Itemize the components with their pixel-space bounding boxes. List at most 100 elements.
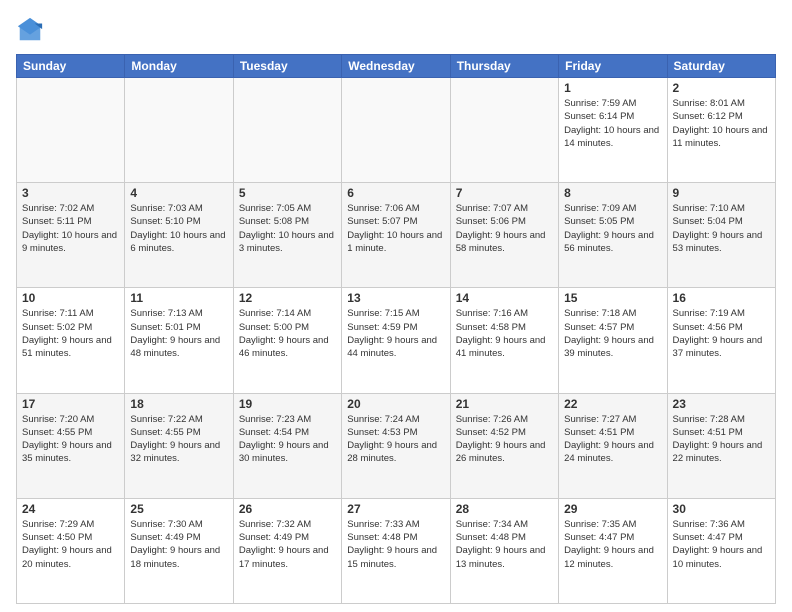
day-info: Sunrise: 7:19 AM Sunset: 4:56 PM Dayligh…	[673, 307, 770, 360]
calendar-cell: 12 Sunrise: 7:14 AM Sunset: 5:00 PM Dayli…	[233, 288, 341, 393]
calendar-cell: 15 Sunrise: 7:18 AM Sunset: 4:57 PM Dayli…	[559, 288, 667, 393]
calendar-cell: 11Sunrise: 7:13 AM Sunset: 5:01 PM Dayli…	[125, 288, 233, 393]
calendar-cell: 4 Sunrise: 7:03 AM Sunset: 5:10 PM Daylig…	[125, 183, 233, 288]
day-info: Sunrise: 7:30 AM Sunset: 4:49 PM Dayligh…	[130, 518, 227, 571]
calendar-week-1: 3Sunrise: 7:02 AM Sunset: 5:11 PM Daylig…	[17, 183, 776, 288]
day-info: Sunrise: 7:34 AM Sunset: 4:48 PM Dayligh…	[456, 518, 553, 571]
calendar-cell: 8 Sunrise: 7:09 AM Sunset: 5:05 PM Daylig…	[559, 183, 667, 288]
calendar-cell: 19Sunrise: 7:23 AM Sunset: 4:54 PM Dayli…	[233, 393, 341, 498]
day-number: 15	[564, 291, 661, 305]
col-header-saturday: Saturday	[667, 55, 775, 78]
calendar-cell	[17, 78, 125, 183]
day-number: 24	[22, 502, 119, 516]
day-info: Sunrise: 7:36 AM Sunset: 4:47 PM Dayligh…	[673, 518, 770, 571]
day-number: 25	[130, 502, 227, 516]
day-number: 12	[239, 291, 336, 305]
day-number: 30	[673, 502, 770, 516]
day-info: Sunrise: 7:22 AM Sunset: 4:55 PM Dayligh…	[130, 413, 227, 466]
day-number: 3	[22, 186, 119, 200]
calendar-cell: 22 Sunrise: 7:27 AM Sunset: 4:51 PM Dayli…	[559, 393, 667, 498]
calendar-week-0: 1 Sunrise: 7:59 AM Sunset: 6:14 PM Daylig…	[17, 78, 776, 183]
calendar-cell: 25 Sunrise: 7:30 AM Sunset: 4:49 PM Dayli…	[125, 498, 233, 603]
day-number: 10	[22, 291, 119, 305]
day-info: Sunrise: 7:18 AM Sunset: 4:57 PM Dayligh…	[564, 307, 661, 360]
calendar-cell: 23 Sunrise: 7:28 AM Sunset: 4:51 PM Dayli…	[667, 393, 775, 498]
day-info: Sunrise: 7:32 AM Sunset: 4:49 PM Dayligh…	[239, 518, 336, 571]
day-info: Sunrise: 7:15 AM Sunset: 4:59 PM Dayligh…	[347, 307, 444, 360]
calendar-cell: 13 Sunrise: 7:15 AM Sunset: 4:59 PM Dayli…	[342, 288, 450, 393]
day-info: Sunrise: 7:16 AM Sunset: 4:58 PM Dayligh…	[456, 307, 553, 360]
day-info: Sunrise: 7:28 AM Sunset: 4:51 PM Dayligh…	[673, 413, 770, 466]
day-info: Sunrise: 7:24 AM Sunset: 4:53 PM Dayligh…	[347, 413, 444, 466]
day-number: 13	[347, 291, 444, 305]
day-info: Sunrise: 7:26 AM Sunset: 4:52 PM Dayligh…	[456, 413, 553, 466]
day-number: 27	[347, 502, 444, 516]
calendar-cell: 24Sunrise: 7:29 AM Sunset: 4:50 PM Dayli…	[17, 498, 125, 603]
day-number: 21	[456, 397, 553, 411]
day-info: Sunrise: 7:07 AM Sunset: 5:06 PM Dayligh…	[456, 202, 553, 255]
calendar-cell: 17Sunrise: 7:20 AM Sunset: 4:55 PM Dayli…	[17, 393, 125, 498]
col-header-thursday: Thursday	[450, 55, 558, 78]
day-info: Sunrise: 7:20 AM Sunset: 4:55 PM Dayligh…	[22, 413, 119, 466]
day-number: 2	[673, 81, 770, 95]
day-number: 7	[456, 186, 553, 200]
day-number: 9	[673, 186, 770, 200]
calendar-table: SundayMondayTuesdayWednesdayThursdayFrid…	[16, 54, 776, 604]
day-info: Sunrise: 7:14 AM Sunset: 5:00 PM Dayligh…	[239, 307, 336, 360]
day-number: 26	[239, 502, 336, 516]
calendar-cell: 7 Sunrise: 7:07 AM Sunset: 5:06 PM Daylig…	[450, 183, 558, 288]
calendar-week-2: 10 Sunrise: 7:11 AM Sunset: 5:02 PM Dayli…	[17, 288, 776, 393]
day-number: 22	[564, 397, 661, 411]
calendar-cell	[233, 78, 341, 183]
day-number: 8	[564, 186, 661, 200]
day-info: Sunrise: 7:10 AM Sunset: 5:04 PM Dayligh…	[673, 202, 770, 255]
calendar-cell: 9 Sunrise: 7:10 AM Sunset: 5:04 PM Daylig…	[667, 183, 775, 288]
col-header-sunday: Sunday	[17, 55, 125, 78]
day-number: 11	[130, 291, 227, 305]
calendar-cell	[125, 78, 233, 183]
header	[16, 16, 776, 44]
calendar-cell: 16 Sunrise: 7:19 AM Sunset: 4:56 PM Dayli…	[667, 288, 775, 393]
calendar-cell: 6 Sunrise: 7:06 AM Sunset: 5:07 PM Daylig…	[342, 183, 450, 288]
calendar-cell: 14 Sunrise: 7:16 AM Sunset: 4:58 PM Dayli…	[450, 288, 558, 393]
day-number: 4	[130, 186, 227, 200]
day-info: Sunrise: 8:01 AM Sunset: 6:12 PM Dayligh…	[673, 97, 770, 150]
day-info: Sunrise: 7:35 AM Sunset: 4:47 PM Dayligh…	[564, 518, 661, 571]
day-info: Sunrise: 7:05 AM Sunset: 5:08 PM Dayligh…	[239, 202, 336, 255]
day-number: 14	[456, 291, 553, 305]
col-header-friday: Friday	[559, 55, 667, 78]
col-header-wednesday: Wednesday	[342, 55, 450, 78]
calendar-cell: 5 Sunrise: 7:05 AM Sunset: 5:08 PM Daylig…	[233, 183, 341, 288]
calendar-cell: 28 Sunrise: 7:34 AM Sunset: 4:48 PM Dayli…	[450, 498, 558, 603]
calendar-cell: 21 Sunrise: 7:26 AM Sunset: 4:52 PM Dayli…	[450, 393, 558, 498]
day-info: Sunrise: 7:06 AM Sunset: 5:07 PM Dayligh…	[347, 202, 444, 255]
day-info: Sunrise: 7:03 AM Sunset: 5:10 PM Dayligh…	[130, 202, 227, 255]
calendar-cell: 10 Sunrise: 7:11 AM Sunset: 5:02 PM Dayli…	[17, 288, 125, 393]
day-info: Sunrise: 7:11 AM Sunset: 5:02 PM Dayligh…	[22, 307, 119, 360]
day-number: 6	[347, 186, 444, 200]
day-number: 18	[130, 397, 227, 411]
calendar-week-4: 24Sunrise: 7:29 AM Sunset: 4:50 PM Dayli…	[17, 498, 776, 603]
day-number: 1	[564, 81, 661, 95]
calendar-cell	[342, 78, 450, 183]
calendar-cell: 29 Sunrise: 7:35 AM Sunset: 4:47 PM Dayli…	[559, 498, 667, 603]
calendar-cell: 30 Sunrise: 7:36 AM Sunset: 4:47 PM Dayli…	[667, 498, 775, 603]
day-number: 20	[347, 397, 444, 411]
day-info: Sunrise: 7:09 AM Sunset: 5:05 PM Dayligh…	[564, 202, 661, 255]
day-number: 28	[456, 502, 553, 516]
calendar-cell: 18 Sunrise: 7:22 AM Sunset: 4:55 PM Dayli…	[125, 393, 233, 498]
day-info: Sunrise: 7:23 AM Sunset: 4:54 PM Dayligh…	[239, 413, 336, 466]
day-info: Sunrise: 7:27 AM Sunset: 4:51 PM Dayligh…	[564, 413, 661, 466]
day-number: 23	[673, 397, 770, 411]
calendar-cell: 2 Sunrise: 8:01 AM Sunset: 6:12 PM Daylig…	[667, 78, 775, 183]
logo-icon	[16, 16, 44, 44]
day-number: 29	[564, 502, 661, 516]
day-info: Sunrise: 7:59 AM Sunset: 6:14 PM Dayligh…	[564, 97, 661, 150]
day-info: Sunrise: 7:33 AM Sunset: 4:48 PM Dayligh…	[347, 518, 444, 571]
calendar-cell: 27 Sunrise: 7:33 AM Sunset: 4:48 PM Dayli…	[342, 498, 450, 603]
day-number: 16	[673, 291, 770, 305]
page: SundayMondayTuesdayWednesdayThursdayFrid…	[0, 0, 792, 612]
calendar-cell: 26 Sunrise: 7:32 AM Sunset: 4:49 PM Dayli…	[233, 498, 341, 603]
calendar-cell: 1 Sunrise: 7:59 AM Sunset: 6:14 PM Daylig…	[559, 78, 667, 183]
day-number: 5	[239, 186, 336, 200]
